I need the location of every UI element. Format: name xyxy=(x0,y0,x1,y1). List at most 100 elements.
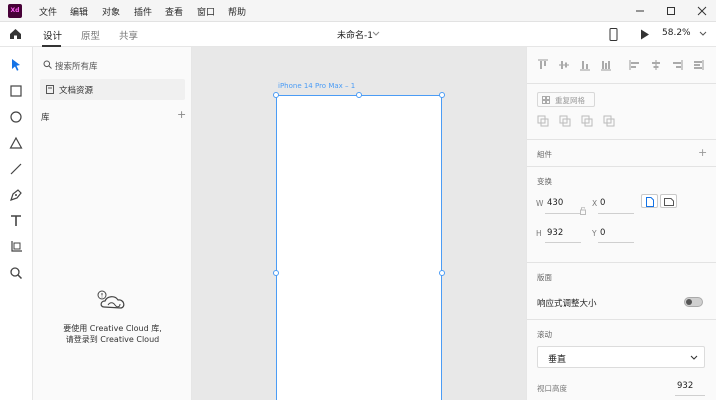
width-field[interactable]: 430 xyxy=(547,198,563,208)
boolean-intersect-icon[interactable] xyxy=(581,115,593,127)
artboard-name[interactable]: iPhone 14 Pro Max – 1 xyxy=(278,82,355,90)
menu-object[interactable]: 对象 xyxy=(102,5,120,18)
height-field[interactable]: 932 xyxy=(547,228,563,238)
resize-handle-ml[interactable] xyxy=(273,270,279,276)
portrait-icon xyxy=(646,197,654,207)
boolean-exclude-icon[interactable] xyxy=(603,115,615,127)
x-field-underline xyxy=(598,213,634,214)
rectangle-tool-icon[interactable] xyxy=(8,83,24,99)
resize-handle-tm[interactable] xyxy=(356,92,362,98)
landscape-icon xyxy=(664,198,674,206)
document-assets-label: 文档资源 xyxy=(59,86,94,96)
menu-plugins[interactable]: 插件 xyxy=(134,5,152,18)
artboard[interactable] xyxy=(276,95,442,400)
text-tool-icon[interactable] xyxy=(8,213,24,229)
artboard-tool-icon[interactable] xyxy=(8,239,24,255)
portrait-button[interactable] xyxy=(641,194,658,208)
repeat-grid-button[interactable]: 重复网格 xyxy=(537,92,595,107)
property-inspector: 重复网格 組件 + 变换 W 430 X 0 H 932 Y 0 版面 响应式调… xyxy=(526,47,716,400)
search-input[interactable]: 搜索所有库 xyxy=(55,60,98,72)
menu-file[interactable]: 文件 xyxy=(39,5,57,18)
menu-edit[interactable]: 编辑 xyxy=(70,5,88,18)
maximize-icon xyxy=(667,7,675,15)
viewport-height-field[interactable]: 932 xyxy=(677,381,693,391)
pen-tool-icon[interactable] xyxy=(8,187,24,203)
y-field[interactable]: 0 xyxy=(600,228,605,238)
responsive-resize-toggle[interactable] xyxy=(684,297,703,307)
align-left-icon[interactable] xyxy=(629,59,641,71)
canvas[interactable]: iPhone 14 Pro Max – 1 xyxy=(192,47,526,400)
divider xyxy=(527,166,716,167)
maximize-button[interactable] xyxy=(661,3,681,19)
close-button[interactable] xyxy=(692,3,712,19)
add-component-button[interactable]: + xyxy=(698,146,707,159)
align-right-icon[interactable] xyxy=(671,59,683,71)
zoom-tool-icon[interactable] xyxy=(8,265,24,281)
line-tool-icon[interactable] xyxy=(8,161,24,177)
height-field-underline xyxy=(545,242,581,243)
document-icon xyxy=(46,85,54,94)
repeat-grid-label: 重复网格 xyxy=(555,96,585,105)
chevron-down-icon[interactable] xyxy=(372,31,380,37)
align-top-icon[interactable] xyxy=(537,59,549,71)
assets-panel: 搜索所有库 文档资源 库 + 要使用 Creative Cloud 库, 请登录… xyxy=(33,47,192,400)
cc-login-message: 要使用 Creative Cloud 库, 请登录到 Creative Clou… xyxy=(33,323,192,345)
divider xyxy=(527,262,716,263)
scroll-dropdown-value: 垂直 xyxy=(548,355,567,365)
resize-handle-tr[interactable] xyxy=(439,92,445,98)
transform-label: 变换 xyxy=(537,177,552,186)
creative-cloud-icon xyxy=(97,290,125,309)
document-assets-item[interactable]: 文档资源 xyxy=(40,79,185,100)
menu-window[interactable]: 窗口 xyxy=(197,5,215,18)
landscape-button[interactable] xyxy=(660,194,677,208)
tab-share[interactable]: 共享 xyxy=(119,28,138,42)
resize-handle-tl[interactable] xyxy=(273,92,279,98)
menu-view[interactable]: 查看 xyxy=(165,5,183,18)
home-icon[interactable] xyxy=(9,28,22,40)
divider xyxy=(527,139,716,140)
minimize-button[interactable] xyxy=(630,3,650,19)
distribute-vertical-icon[interactable] xyxy=(600,59,612,71)
x-field[interactable]: 0 xyxy=(600,198,605,208)
resize-handle-mr[interactable] xyxy=(439,270,445,276)
tool-rail xyxy=(0,47,33,400)
width-label: W xyxy=(536,199,544,208)
layout-label: 版面 xyxy=(537,273,552,282)
ellipse-tool-icon[interactable] xyxy=(8,109,24,125)
document-title[interactable]: 未命名-1 xyxy=(337,28,373,41)
cc-message-line2[interactable]: 请登录到 Creative Cloud xyxy=(33,334,192,345)
add-library-button[interactable]: + xyxy=(177,108,186,121)
align-bottom-icon[interactable] xyxy=(579,59,591,71)
align-middle-icon[interactable] xyxy=(558,59,570,71)
zoom-chevron-icon[interactable] xyxy=(699,31,707,37)
zoom-level[interactable]: 58.2% xyxy=(662,28,691,38)
responsive-resize-label: 响应式调整大小 xyxy=(537,299,597,309)
height-label: H xyxy=(536,229,542,238)
select-tool-icon[interactable] xyxy=(8,57,24,73)
y-field-underline xyxy=(598,242,634,243)
components-label: 組件 xyxy=(537,150,552,159)
toggle-knob xyxy=(686,299,692,305)
boolean-add-icon[interactable] xyxy=(537,115,549,127)
width-field-underline xyxy=(545,213,581,214)
tab-prototype[interactable]: 原型 xyxy=(81,28,100,42)
scroll-label: 滚动 xyxy=(537,330,552,339)
title-bar: Xd 文件 编辑 对象 插件 查看 窗口 帮助 xyxy=(0,0,716,22)
play-icon[interactable] xyxy=(640,29,650,40)
device-preview-icon[interactable] xyxy=(609,28,618,41)
divider xyxy=(527,319,716,320)
distribute-horizontal-icon[interactable] xyxy=(692,59,704,71)
divider xyxy=(527,83,716,84)
polygon-tool-icon[interactable] xyxy=(8,135,24,151)
align-toolbar xyxy=(537,59,712,71)
menu-help[interactable]: 帮助 xyxy=(228,5,246,18)
grid-icon xyxy=(542,96,550,104)
close-icon xyxy=(697,6,707,16)
boolean-subtract-icon[interactable] xyxy=(559,115,571,127)
scroll-dropdown[interactable]: 垂直 xyxy=(537,346,705,368)
toolbar: 设计 原型 共享 未命名-1 58.2% xyxy=(0,22,716,47)
align-center-icon[interactable] xyxy=(650,59,662,71)
chevron-down-icon xyxy=(690,355,698,360)
tab-design[interactable]: 设计 xyxy=(43,28,62,42)
lock-aspect-icon[interactable] xyxy=(580,207,586,215)
